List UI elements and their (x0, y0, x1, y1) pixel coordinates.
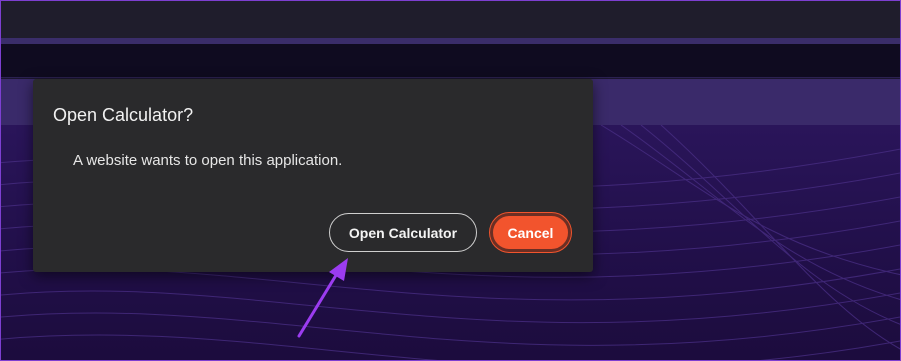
browser-toolbar (1, 44, 900, 78)
dialog-message: A website wants to open this application… (73, 152, 343, 169)
open-app-dialog: Open Calculator? A website wants to open… (33, 79, 593, 272)
screenshot-frame: Open Calculator? A website wants to open… (0, 0, 901, 361)
browser-tab-strip (1, 1, 900, 38)
open-calculator-button[interactable]: Open Calculator (329, 213, 477, 252)
cancel-button[interactable]: Cancel (490, 213, 571, 252)
dialog-title: Open Calculator? (53, 105, 194, 125)
